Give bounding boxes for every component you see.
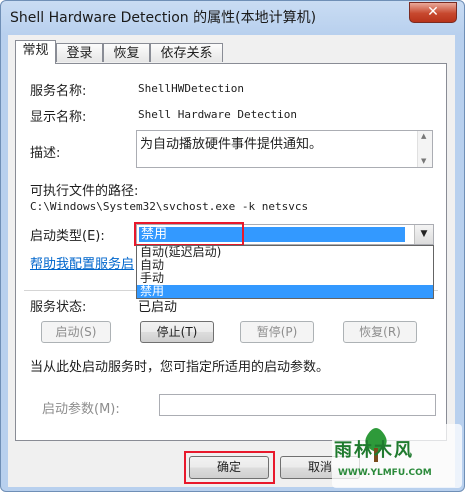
description-text: 为自动播放硬件事件提供通知。 xyxy=(140,137,323,152)
path-value: C:\Windows\System32\svchost.exe -k netsv… xyxy=(30,200,309,213)
option-auto-delayed[interactable]: 自动(延迟启动) xyxy=(137,246,433,259)
start-button[interactable]: 启动(S) xyxy=(41,321,111,343)
chevron-down-icon[interactable]: ▼ xyxy=(414,225,433,244)
watermark-name: 雨林木风 xyxy=(334,440,414,461)
description-scrollbar[interactable]: ▲ ▼ xyxy=(417,131,432,167)
scroll-down-icon[interactable]: ▼ xyxy=(421,157,426,165)
window-title: Shell Hardware Detection 的属性(本地计算机) xyxy=(10,10,317,26)
start-params-label: 启动参数(M): xyxy=(42,402,120,417)
tab-recovery[interactable]: 恢复 xyxy=(103,43,150,62)
option-disabled[interactable]: 禁用 xyxy=(137,285,433,298)
option-manual[interactable]: 手动 xyxy=(137,272,433,285)
scroll-up-icon[interactable]: ▲ xyxy=(421,132,426,140)
service-name-value: ShellHWDetection xyxy=(138,82,244,95)
highlight-box xyxy=(134,222,244,246)
tab-general[interactable]: 常规 xyxy=(15,40,56,64)
watermark-url: WWW.YLMFU.COM xyxy=(338,468,432,478)
help-configure-link[interactable]: 帮助我配置服务启 xyxy=(30,253,134,272)
service-name-label: 服务名称: xyxy=(30,84,87,99)
display-name-label: 显示名称: xyxy=(30,110,87,125)
description-box[interactable]: 为自动播放硬件事件提供通知。 ▲ ▼ xyxy=(136,130,433,168)
pause-button[interactable]: 暂停(P) xyxy=(240,321,314,343)
startup-type-dropdown[interactable]: 自动(延迟启动) 自动 手动 禁用 xyxy=(136,245,434,299)
ok-highlight-box xyxy=(184,451,275,484)
start-params-hint: 当从此处启动服务时，您可指定所适用的启动参数。 xyxy=(30,360,330,375)
close-button[interactable]: ✕ xyxy=(409,2,457,23)
stop-button[interactable]: 停止(T) xyxy=(140,321,214,343)
service-status-label: 服务状态: xyxy=(30,300,87,315)
display-name-value: Shell Hardware Detection xyxy=(138,108,297,121)
dialog-client: 常规 登录 恢复 依存关系 服务名称: ShellHWDetection 显示名… xyxy=(8,35,455,487)
startup-type-label: 启动类型(E): xyxy=(30,229,105,244)
title-bar[interactable]: Shell Hardware Detection 的属性(本地计算机) ✕ xyxy=(1,1,464,35)
general-panel: 服务名称: ShellHWDetection 显示名称: Shell Hardw… xyxy=(15,63,447,441)
description-label: 描述: xyxy=(30,146,61,161)
watermark-logo: 雨林木风 WWW.YLMFU.COM xyxy=(330,422,464,490)
option-auto[interactable]: 自动 xyxy=(137,259,433,272)
tab-dependencies[interactable]: 依存关系 xyxy=(150,43,223,62)
start-params-input[interactable] xyxy=(159,394,436,416)
resume-button[interactable]: 恢复(R) xyxy=(343,321,417,343)
path-label: 可执行文件的路径: xyxy=(30,184,139,199)
tab-logon[interactable]: 登录 xyxy=(56,43,103,62)
properties-dialog: Shell Hardware Detection 的属性(本地计算机) ✕ 常规… xyxy=(0,0,465,492)
